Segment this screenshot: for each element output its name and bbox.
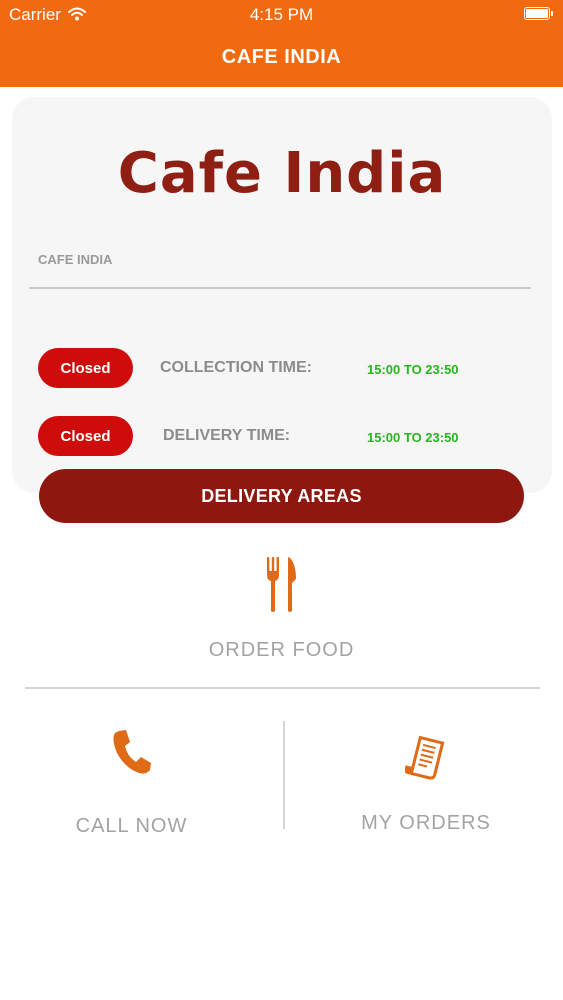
order-food-label: ORDER FOOD (208, 639, 355, 661)
restaurant-logo: Cafe India (117, 141, 447, 206)
call-now-button[interactable]: CALL NOW (0, 720, 283, 840)
app-header: Carrier 4:15 PM CAFE INDIA (0, 0, 563, 87)
delivery-time-value: 15:00 TO 23:50 (367, 430, 459, 445)
call-now-label: CALL NOW (75, 815, 188, 837)
restaurant-info-card: Cafe India CAFE INDIA Closed COLLECTION … (12, 97, 552, 493)
collection-time-value: 15:00 TO 23:50 (367, 362, 459, 377)
collection-time-label: COLLECTION TIME: (160, 359, 312, 376)
horizontal-divider (25, 687, 540, 689)
name-underline (29, 287, 531, 289)
delivery-time-label: DELIVERY TIME: (163, 427, 291, 444)
battery-icon (524, 7, 553, 20)
restaurant-name-label: CAFE INDIA (38, 252, 113, 267)
my-orders-button[interactable]: MY ORDERS (285, 720, 563, 840)
delivery-status-badge: Closed (38, 416, 133, 456)
status-bar: Carrier 4:15 PM (0, 0, 563, 30)
order-food-button[interactable]: ORDER FOOD (0, 550, 563, 670)
my-orders-label: MY ORDERS (361, 812, 491, 834)
phone-icon (112, 729, 152, 780)
collection-status-badge: Closed (38, 348, 133, 388)
delivery-areas-button[interactable]: DELIVERY AREAS (39, 469, 524, 523)
fork-knife-icon (265, 555, 297, 618)
receipt-icon (404, 734, 447, 787)
page-title: CAFE INDIA (221, 46, 342, 68)
status-time: 4:15 PM (249, 5, 314, 24)
